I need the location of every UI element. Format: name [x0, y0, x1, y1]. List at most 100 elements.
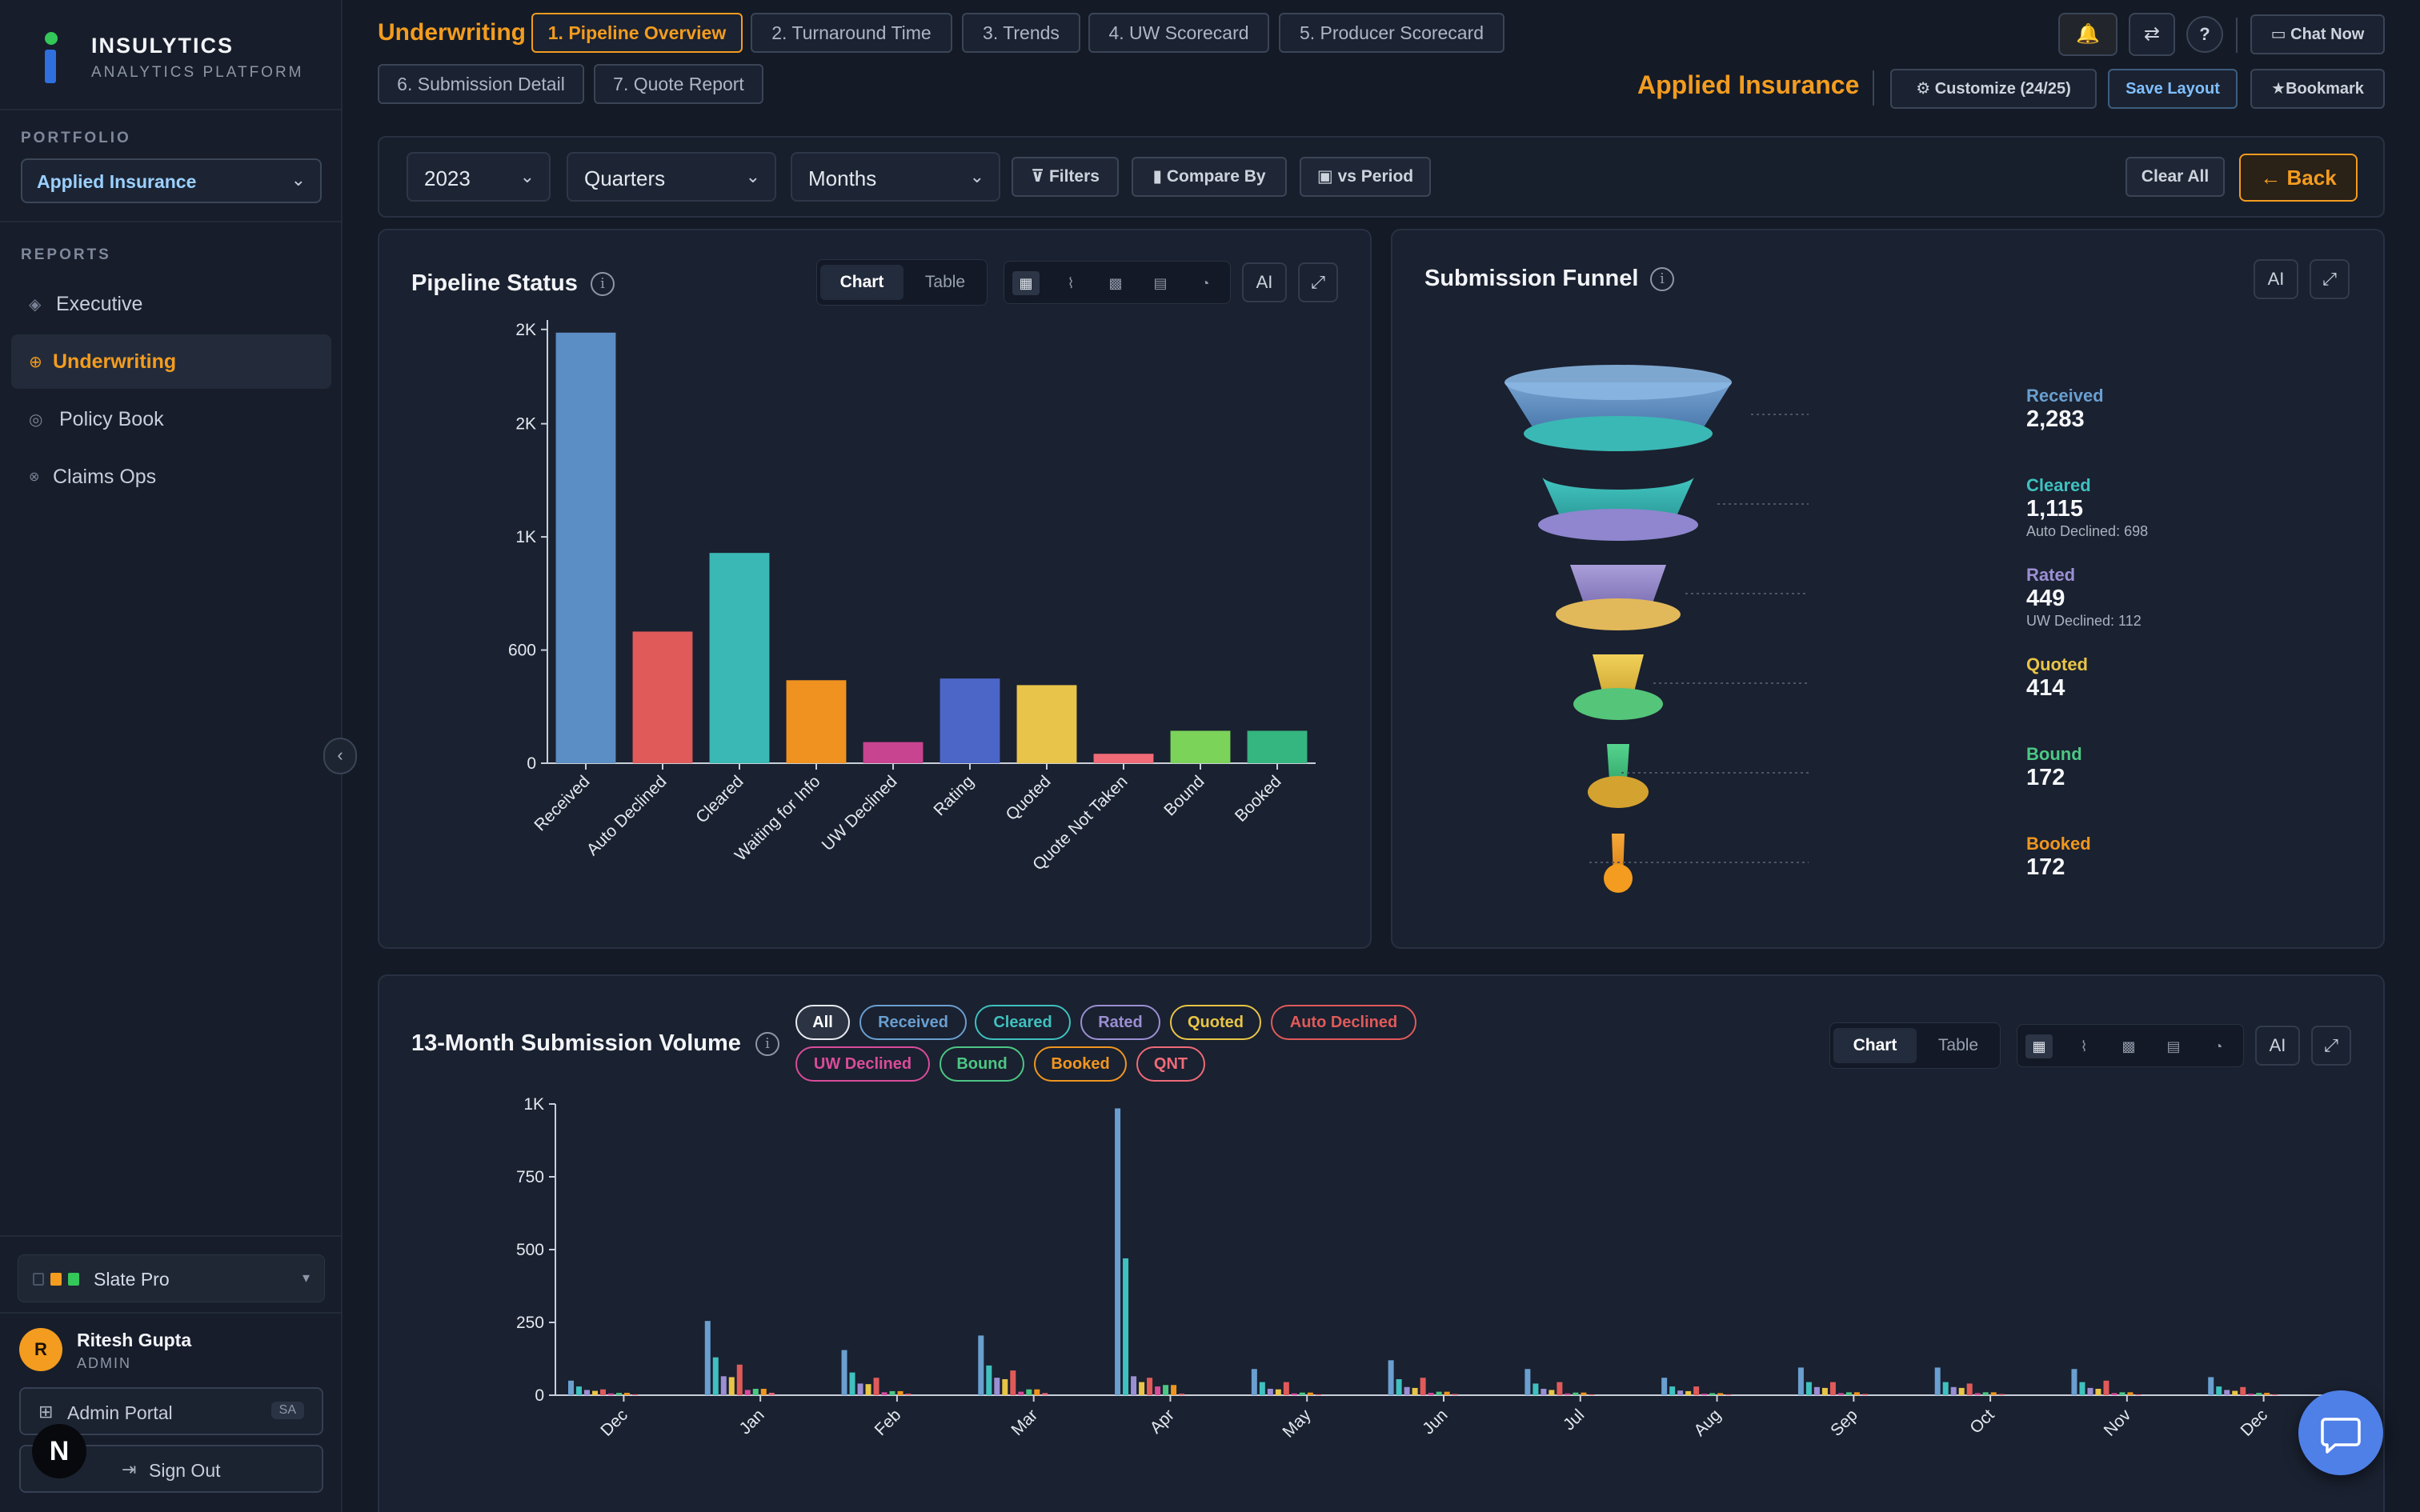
tab-uw-scorecard[interactable]: 4. UW Scorecard — [1088, 13, 1269, 53]
bar — [2264, 1393, 2270, 1395]
info-icon[interactable]: i — [755, 1032, 779, 1056]
bookmark-label: Bookmark — [2286, 80, 2364, 98]
tab-trends[interactable]: 3. Trends — [962, 13, 1080, 53]
bar — [1163, 1385, 1169, 1395]
ai-button[interactable]: AI — [2255, 1026, 2300, 1066]
line-chart-icon[interactable]: ⌇ — [1057, 271, 1084, 295]
ai-button[interactable]: AI — [1242, 262, 1287, 302]
theme-swatch — [33, 1273, 44, 1286]
vs-period-button[interactable]: ▣ vs Period — [1300, 157, 1431, 197]
expand-icon[interactable]: ⤢ — [1298, 262, 1338, 302]
chip-cleared[interactable]: Cleared — [975, 1005, 1071, 1040]
view-table-option[interactable]: Table — [1918, 1028, 1998, 1063]
bar — [616, 1393, 622, 1395]
chip-uw-declined[interactable]: UW Declined — [795, 1046, 930, 1082]
tab-producer-scorecard[interactable]: 5. Producer Scorecard — [1279, 13, 1504, 53]
bar — [1010, 1370, 1016, 1395]
bar — [736, 1364, 743, 1395]
tab-quote-report[interactable]: 7. Quote Report — [594, 64, 763, 104]
bar — [1581, 1392, 1587, 1395]
chat-now-button[interactable]: ▭ Chat Now — [2250, 14, 2385, 54]
avatar[interactable]: R — [19, 1328, 62, 1371]
bar — [1131, 1376, 1137, 1395]
months-select[interactable]: Months ⌄ — [791, 152, 1000, 202]
bar — [2272, 1394, 2278, 1395]
info-icon[interactable]: i — [591, 272, 615, 296]
area-chart-icon[interactable]: ▩ — [2115, 1034, 2142, 1058]
app-logo[interactable]: INSULYTICS ANALYTICS PLATFORM — [38, 30, 327, 86]
filters-button[interactable]: ⊽ Filters — [1012, 157, 1119, 197]
bar — [2103, 1380, 2109, 1395]
chip-received[interactable]: Received — [859, 1005, 967, 1040]
funnel-stage-name: Bound — [2026, 744, 2082, 764]
x-tick-label: Auto Declined — [583, 772, 671, 859]
sidebar-item-claims-ops[interactable]: ⊗ Claims Ops — [11, 450, 331, 504]
sidebar-item-policy-book[interactable]: ◎ Policy Book — [11, 392, 331, 446]
filter-bar: 2023 ⌄ Quarters ⌄ Months ⌄ ⊽ Filters ▮ C… — [378, 136, 2385, 218]
bar — [2240, 1386, 2246, 1395]
compare-by-button[interactable]: ▮ Compare By — [1132, 157, 1287, 197]
tab-turnaround-time[interactable]: 2. Turnaround Time — [751, 13, 952, 53]
view-table-option[interactable]: Table — [905, 265, 985, 300]
clear-all-button[interactable]: Clear All — [2126, 157, 2225, 197]
stacked-chart-icon[interactable]: ▤ — [1147, 271, 1174, 295]
theme-select[interactable]: Slate Pro ▾ — [18, 1254, 325, 1302]
chevron-left-icon: ‹ — [337, 745, 343, 765]
pie-chart-icon[interactable]: ◔ — [2205, 1034, 2232, 1058]
bell-icon[interactable]: 🔔 — [2058, 13, 2118, 56]
year-select[interactable]: 2023 ⌄ — [407, 152, 551, 202]
chip-rated[interactable]: Rated — [1080, 1005, 1160, 1040]
tab-submission-detail[interactable]: 6. Submission Detail — [378, 64, 584, 104]
x-tick-label: Dec — [597, 1406, 631, 1440]
view-chart-option[interactable]: Chart — [1833, 1028, 1917, 1063]
bar — [786, 680, 847, 763]
bar — [889, 1390, 895, 1395]
help-icon[interactable]: ? — [2186, 16, 2223, 53]
y-tick-label: 0 — [535, 1386, 544, 1405]
area-chart-icon[interactable]: ▩ — [1102, 271, 1129, 295]
customize-button[interactable]: ⚙ Customize (24/25) — [1890, 69, 2097, 109]
collapse-sidebar-button[interactable]: ‹ — [323, 738, 357, 774]
chat-fab-button[interactable] — [2298, 1390, 2383, 1475]
tab-pipeline-overview[interactable]: 1. Pipeline Overview — [531, 13, 743, 53]
chevron-down-icon: ⌄ — [290, 170, 306, 190]
bar — [1998, 1394, 2005, 1395]
app-name: INSULYTICS — [91, 34, 234, 58]
bar — [2248, 1394, 2254, 1395]
bookmark-button[interactable]: ★Bookmark — [2250, 69, 2385, 109]
line-chart-icon[interactable]: ⌇ — [2070, 1034, 2097, 1058]
n-badge[interactable]: N — [32, 1424, 86, 1478]
filters-label: Filters — [1048, 167, 1100, 186]
chip-all[interactable]: All — [795, 1005, 850, 1040]
expand-icon[interactable]: ⤢ — [2311, 1026, 2351, 1066]
portfolio-select[interactable]: Applied Insurance ⌄ — [21, 158, 322, 203]
chip-qnt[interactable]: QNT — [1136, 1046, 1205, 1082]
bar — [712, 1357, 719, 1395]
x-tick-label: Booked — [1232, 772, 1285, 826]
bar — [857, 1383, 863, 1395]
chip-booked[interactable]: Booked — [1034, 1046, 1127, 1082]
chip-bound[interactable]: Bound — [940, 1046, 1024, 1082]
stacked-chart-icon[interactable]: ▤ — [2160, 1034, 2187, 1058]
chip-quoted[interactable]: Quoted — [1170, 1005, 1261, 1040]
bar — [1845, 1392, 1852, 1395]
funnel-stage-name: Booked — [2026, 834, 2091, 854]
sidebar-item-executive[interactable]: ◈ Executive — [11, 277, 331, 331]
funnel-stage-value: 172 — [2026, 854, 2065, 880]
sidebar-item-underwriting[interactable]: ⊕ Underwriting — [11, 334, 331, 389]
swap-icon[interactable]: ⇄ — [2129, 13, 2175, 56]
chip-auto-declined[interactable]: Auto Declined — [1271, 1005, 1416, 1040]
view-chart-option[interactable]: Chart — [820, 265, 903, 300]
back-button[interactable]: ← Back — [2239, 154, 2358, 202]
portfolio-value: Applied Insurance — [37, 171, 197, 192]
x-tick-label: Quoted — [1003, 772, 1055, 824]
bar — [1267, 1388, 1273, 1395]
pie-chart-icon[interactable]: ◔ — [1192, 271, 1219, 295]
bar — [1179, 1394, 1185, 1395]
bar-chart-icon[interactable]: ▦ — [1012, 271, 1040, 295]
bar-chart-icon[interactable]: ▦ — [2025, 1034, 2053, 1058]
funnel-stage-note: Auto Declined: 698 — [2026, 523, 2149, 539]
quarters-select[interactable]: Quarters ⌄ — [567, 152, 776, 202]
save-layout-button[interactable]: Save Layout — [2108, 69, 2238, 109]
theme-swatch — [68, 1273, 79, 1286]
